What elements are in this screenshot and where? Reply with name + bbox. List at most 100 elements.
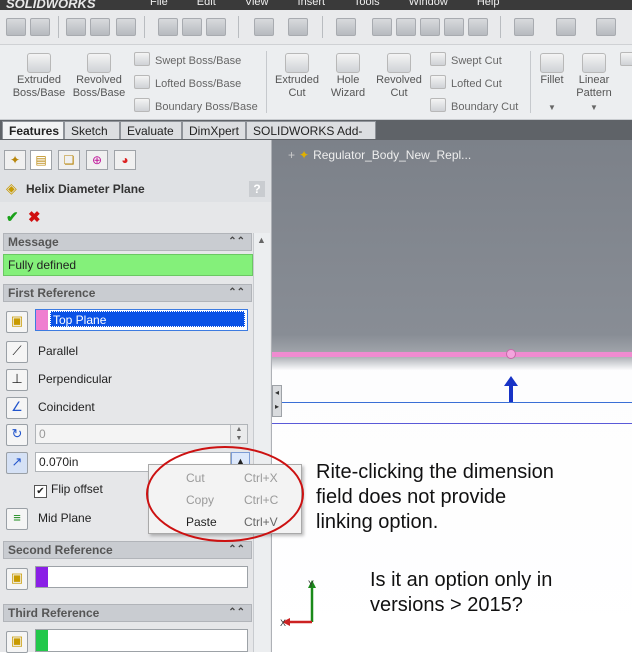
checkbox-icon[interactable]: ✔ (34, 485, 47, 498)
tool-icon[interactable] (288, 18, 308, 36)
rebuild-icon[interactable] (116, 18, 136, 36)
menu-edit[interactable]: Edit (197, 0, 216, 8)
tool-icon[interactable] (396, 18, 416, 36)
revolved-boss-button[interactable]: Revolved Boss/Base (70, 51, 128, 100)
second-reference-header[interactable]: Second Reference ⌃⌃ (3, 541, 252, 559)
tool-icon[interactable] (468, 18, 488, 36)
third-reference-header[interactable]: Third Reference ⌃⌃ (3, 604, 252, 622)
tool-icon[interactable] (444, 18, 464, 36)
divider (266, 51, 267, 113)
third-reference-selection[interactable] (35, 629, 248, 652)
menu-help[interactable]: Help (477, 0, 500, 8)
third-reference-swatch (36, 630, 48, 651)
overflow-tool-icon[interactable] (620, 52, 632, 68)
offset-distance-icon[interactable]: ↗ (6, 451, 28, 474)
feature-header: ◈ Helix Diameter Plane ? (0, 176, 271, 202)
toolbar-divider (144, 16, 145, 38)
swept-boss-button[interactable]: Swept Boss/Base (134, 52, 241, 68)
first-reference-selection[interactable]: Top Plane (35, 309, 248, 331)
lofted-boss-button[interactable]: Lofted Boss/Base (134, 75, 241, 91)
menu-tools[interactable]: Tools (354, 0, 380, 8)
tab-dimxpert[interactable]: DimXpert (182, 121, 246, 139)
extruded-boss-button[interactable]: Extruded Boss/Base (10, 51, 68, 100)
parallel-option[interactable]: ⟋ Parallel (6, 340, 78, 363)
camera-icon[interactable] (158, 18, 178, 36)
menu-file[interactable]: File (150, 0, 168, 8)
tool-icon[interactable] (90, 18, 110, 36)
standard-toolbar (0, 10, 632, 45)
tool-icon[interactable] (6, 18, 26, 36)
menu-insert[interactable]: Insert (298, 0, 326, 8)
panel-collapse-handle[interactable]: ◂ ▸ (272, 385, 282, 417)
plane-handle-icon[interactable] (506, 349, 516, 359)
configuration-tab-icon[interactable]: ❏ (58, 150, 80, 170)
message-group-header[interactable]: Message ⌃⌃ (3, 233, 252, 251)
fillet-button[interactable]: Fillet (534, 51, 570, 87)
tool-icon[interactable] (206, 18, 226, 36)
tool-icon[interactable] (182, 18, 202, 36)
tab-sketch[interactable]: Sketch (64, 121, 120, 139)
menu-window[interactable]: Window (409, 0, 448, 8)
fillet-dropdown-icon[interactable]: ▼ (548, 103, 556, 112)
help-button[interactable]: ? (249, 181, 265, 197)
lofted-cut-button[interactable]: Lofted Cut (430, 75, 502, 91)
collapse-icon[interactable]: ⌃⌃ (228, 605, 245, 621)
angle-spinner[interactable]: ▲ ▼ (230, 425, 247, 443)
tab-evaluate[interactable]: Evaluate (120, 121, 182, 139)
parallel-icon: ⟋ (6, 340, 28, 363)
first-reference-row: ▣ (6, 310, 38, 333)
plane-edge (272, 352, 632, 357)
boundary-cut-button[interactable]: Boundary Cut (430, 98, 518, 114)
expand-icon[interactable]: + (288, 148, 295, 162)
menu-view[interactable]: View (245, 0, 269, 8)
toolbar-divider (58, 16, 59, 38)
message-box: Fully defined (3, 254, 253, 276)
cancel-button[interactable]: ✖ (28, 208, 41, 226)
first-reference-header[interactable]: First Reference ⌃⌃ (3, 284, 252, 302)
linear-pattern-button[interactable]: Linear Pattern (572, 51, 616, 100)
tool-icon[interactable] (254, 18, 274, 36)
collapse-icon[interactable]: ⌃⌃ (228, 542, 245, 558)
scroll-up-icon[interactable]: ▲ (257, 235, 266, 245)
hole-wizard-button[interactable]: Hole Wizard (324, 51, 372, 100)
perpendicular-option[interactable]: ⊥ Perpendicular (6, 368, 112, 391)
panel-scrollbar[interactable]: ▲ (253, 233, 270, 652)
tool-icon[interactable] (30, 18, 50, 36)
pattern-dropdown-icon[interactable]: ▼ (590, 103, 598, 112)
plane-icon: ◈ (6, 180, 17, 196)
collapse-icon[interactable]: ⌃⌃ (228, 234, 245, 250)
tool-icon[interactable] (420, 18, 440, 36)
second-reference-swatch (36, 567, 48, 587)
display-manager-tab-icon[interactable]: ◕ (114, 150, 136, 170)
angle-field[interactable]: 0 ▲ ▼ (35, 424, 248, 444)
collapse-icon[interactable]: ⌃⌃ (228, 285, 245, 301)
preview-plane-edge (272, 402, 632, 403)
toolbar-divider (322, 16, 323, 38)
revolved-cut-button[interactable]: Revolved Cut (374, 51, 424, 100)
tool-icon[interactable] (514, 18, 534, 36)
boundary-boss-button[interactable]: Boundary Boss/Base (134, 98, 258, 114)
flip-offset-checkbox[interactable]: ✔ Flip offset (34, 482, 103, 498)
mid-plane-option[interactable]: ≡ Mid Plane (6, 507, 91, 530)
angle-icon[interactable]: ↻ (6, 423, 28, 446)
command-tabs: Features Sketch Evaluate DimXpert SOLIDW… (0, 120, 632, 156)
tool-icon[interactable] (336, 18, 356, 36)
dimxpert-tab-icon[interactable]: ⊕ (86, 150, 108, 170)
tool-icon[interactable] (372, 18, 392, 36)
tool-icon[interactable] (556, 18, 576, 36)
drag-arrow-icon[interactable] (504, 376, 518, 402)
extruded-cut-button[interactable]: Extruded Cut (272, 51, 322, 100)
ok-button[interactable]: ✔ (6, 208, 19, 226)
second-reference-selection[interactable] (35, 566, 248, 588)
coincident-option[interactable]: ∠ Coincident (6, 396, 95, 419)
feature-tree-tab-icon[interactable]: ✦ (4, 150, 26, 170)
flyout-tree-item[interactable]: + ✦ Regulator_Body_New_Repl... (288, 148, 471, 162)
select-icon[interactable] (66, 18, 86, 36)
tool-icon[interactable] (596, 18, 616, 36)
tab-addins[interactable]: SOLIDWORKS Add-Ins (246, 121, 376, 156)
tab-features[interactable]: Features (2, 121, 64, 139)
first-reference-swatch (36, 310, 48, 330)
selected-reference[interactable]: Top Plane (50, 311, 245, 327)
swept-cut-button[interactable]: Swept Cut (430, 52, 502, 68)
property-manager-tab-icon[interactable]: ▤ (30, 150, 52, 170)
